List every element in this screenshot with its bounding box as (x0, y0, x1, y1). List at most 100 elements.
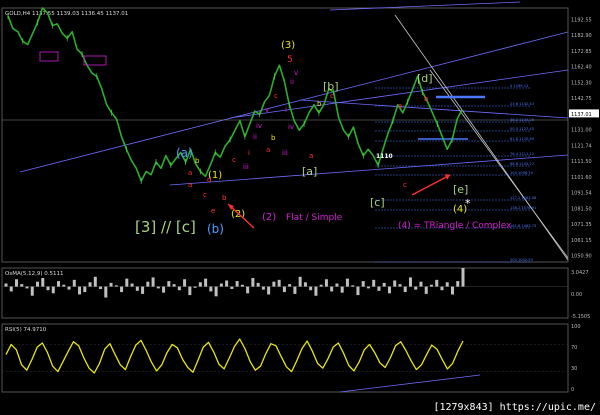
osma-histogram-bar (83, 286, 87, 293)
osma-histogram-bar (235, 281, 239, 287)
fib-level-label: 0 1169.13 (510, 84, 528, 88)
osma-histogram-bar (345, 278, 349, 287)
osma-histogram-bar (135, 286, 139, 291)
osma-histogram-bar (450, 286, 454, 295)
osma-histogram-bar (445, 282, 449, 287)
osma-histogram-bar (4, 283, 8, 287)
osma-histogram-bar (377, 286, 381, 291)
price-axis-label: 1121.74 (571, 143, 592, 149)
osma-histogram-bar (146, 281, 150, 287)
osma-histogram-bar (293, 286, 297, 294)
wave-letter-small: d (207, 176, 211, 184)
wave-letter-small: b (271, 134, 276, 142)
osma-histogram-bar (366, 286, 370, 289)
osma-histogram-bar (198, 282, 202, 287)
fib-level-label: 88.6 1105.27 (510, 162, 534, 166)
price-axis-label: 1137.01 (571, 112, 592, 118)
fib-level-label: 200 1042.50 (510, 258, 534, 262)
rsi-header: RSI(5) 74.9710 (5, 327, 47, 333)
wave-letter-small: i (285, 106, 287, 114)
osma-histogram-bar (419, 281, 423, 287)
fib-level-label: 161.8 1063.73 (510, 224, 536, 228)
price-axis-label: 1182.90 (571, 33, 592, 39)
fib-level-label: 61.8 1120.89 (510, 137, 535, 141)
osma-histogram-bar (78, 286, 82, 295)
osma-histogram-bar (25, 286, 29, 289)
wave-label-3: (3) (281, 40, 295, 51)
osma-histogram-bar (9, 286, 13, 292)
osma-histogram-bar (408, 277, 412, 287)
price-axis-label: 1152.30 (571, 80, 592, 86)
osma-histogram-bar (272, 281, 276, 287)
fib-level-label: 100 1098.70 (510, 171, 534, 175)
price-axis-label: 1111.50 (571, 159, 592, 165)
osma-histogram-bar (230, 286, 234, 290)
wave-letter-small: a (398, 102, 402, 110)
osma-histogram-bar (240, 284, 244, 287)
wave-letter-small: ii (253, 133, 257, 141)
wave-letter-small: b (195, 157, 200, 165)
price-axis-label: 1061.15 (571, 238, 592, 244)
osma-histogram-bar (251, 278, 255, 287)
fib-level-label: 50.0 1127.45 (510, 127, 534, 131)
price-axis-label: 1101.60 (571, 175, 592, 181)
osma-axis-label: 3.0427 (571, 270, 589, 276)
osma-histogram-bar (461, 268, 465, 287)
rsi-trend-line (339, 374, 481, 393)
osma-axis-label: 0.00 (571, 292, 582, 298)
rsi-axis-label: 100 (571, 324, 581, 330)
magenta-box (83, 55, 107, 66)
wave-letter-small: iv (256, 122, 262, 130)
price-axis-label: 1172.85 (571, 49, 592, 55)
wave-letter-small: i (248, 149, 250, 157)
price-axis-label: 1050.90 (571, 254, 592, 260)
osma-histogram-bar (309, 286, 313, 291)
wave-letter-small: b (424, 95, 429, 103)
fib-level-label: 127.2 1083.08 (510, 196, 537, 200)
osma-axis-label: -5.1505 (571, 314, 590, 320)
price-axis-label: 1081.50 (571, 206, 592, 212)
wave-label-2-note: Flat / Simple (286, 213, 343, 223)
osma-histogram-bar (62, 284, 66, 287)
osma-histogram-bar (188, 286, 192, 296)
fib-level-label: 76.4 1111.12 (510, 152, 534, 156)
trend-line (169, 154, 569, 186)
osma-histogram-bar (335, 283, 339, 287)
osma-header: OsMA(5,12,9) 0.5111 (5, 271, 63, 277)
wave-label-a-paren: (a) (176, 146, 193, 160)
osma-histogram-bar (282, 286, 286, 293)
trend-line (229, 69, 569, 119)
wave-letter-small: a (188, 169, 192, 177)
wave-label-4-note: (4) = TRiangle / Complex (398, 221, 512, 231)
rsi-panel-frame (1, 323, 569, 393)
osma-histogram-bar (141, 286, 145, 294)
osma-histogram-bar (15, 279, 19, 287)
osma-histogram-bar (356, 286, 360, 296)
wave-letter-small: a (266, 146, 270, 154)
wave-letter-small: e (211, 207, 215, 215)
osma-histogram-bar (120, 286, 124, 293)
price-axis-label: 1192.55 (571, 18, 592, 24)
osma-histogram-bar (104, 286, 108, 298)
osma-histogram-bar (387, 286, 391, 294)
wave-letter-small: c (232, 156, 236, 164)
level-1110-label: 1110 (376, 153, 393, 160)
osma-histogram-bar (288, 284, 292, 287)
wave-letter-small: c (274, 92, 278, 100)
osma-histogram-bar (435, 279, 439, 287)
osma-histogram-bar (209, 286, 213, 292)
osma-histogram-bar (172, 284, 176, 287)
osma-histogram-bar (414, 286, 418, 290)
osma-histogram-bar (403, 286, 407, 293)
magenta-box (39, 51, 59, 62)
price-axis-label: 1162.40 (571, 65, 592, 71)
osma-histogram-bar (256, 282, 260, 287)
wave-letter-small: iii (282, 149, 288, 157)
star-marker: * (465, 197, 471, 210)
wave-letter-small: iii (243, 163, 249, 171)
osma-histogram-bar (303, 282, 307, 287)
osma-histogram-bar (314, 286, 318, 296)
osma-histogram-bar (151, 277, 155, 287)
wave-label-3-c: [3] // [c] (135, 218, 196, 236)
wave-label-c-bracket: [c] (370, 196, 385, 209)
